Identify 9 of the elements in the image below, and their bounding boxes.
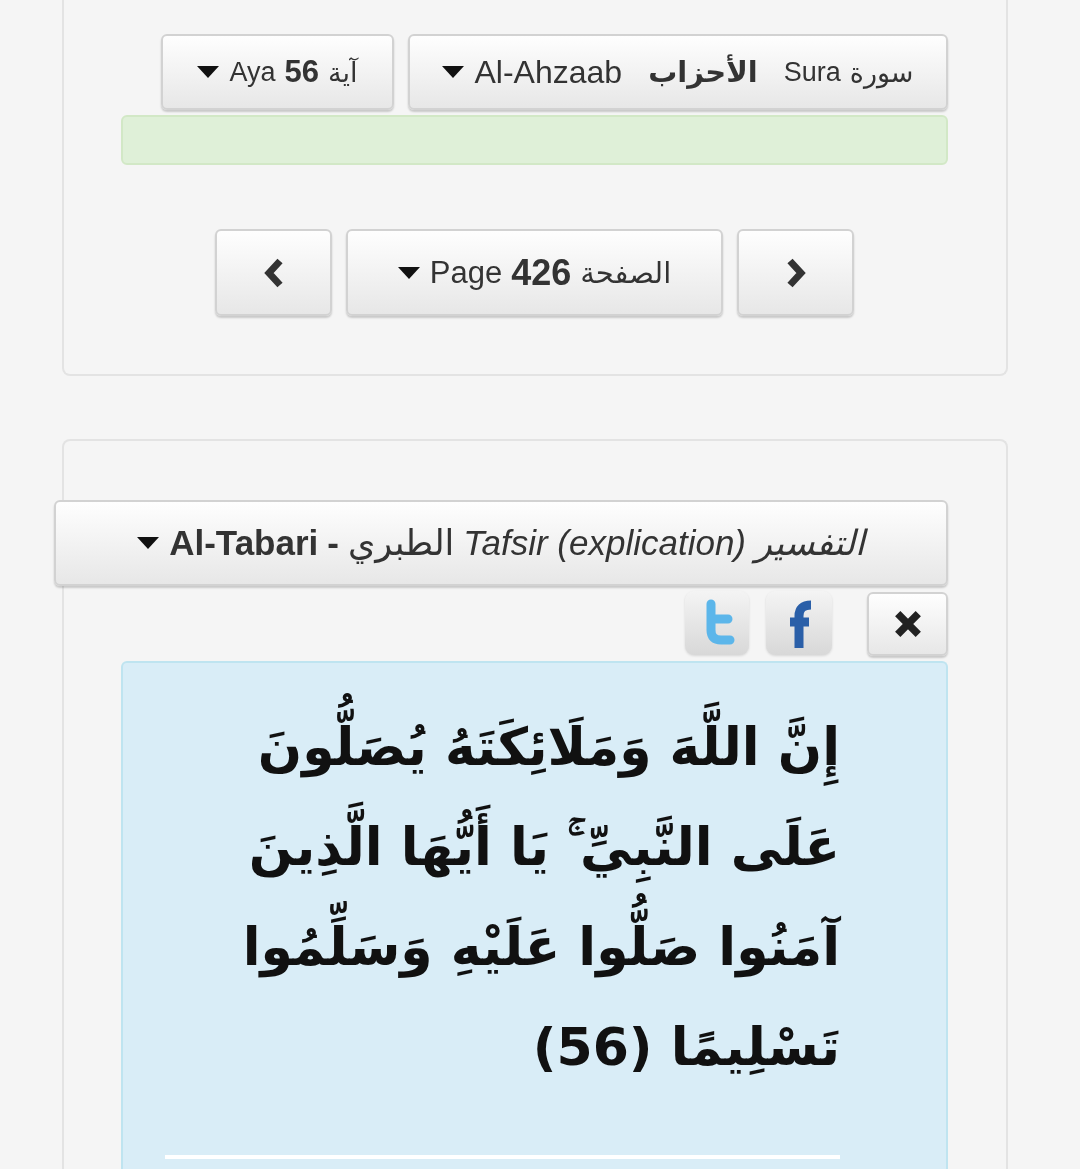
caret-icon [137, 537, 160, 549]
close-button[interactable] [867, 592, 948, 656]
caret-icon [397, 266, 420, 279]
chevron-left-icon [262, 257, 285, 288]
caret-icon [197, 66, 220, 78]
next-page-button[interactable] [737, 229, 854, 316]
close-icon [893, 610, 922, 638]
caret-icon [442, 66, 465, 78]
previous-page-button[interactable] [215, 229, 332, 316]
